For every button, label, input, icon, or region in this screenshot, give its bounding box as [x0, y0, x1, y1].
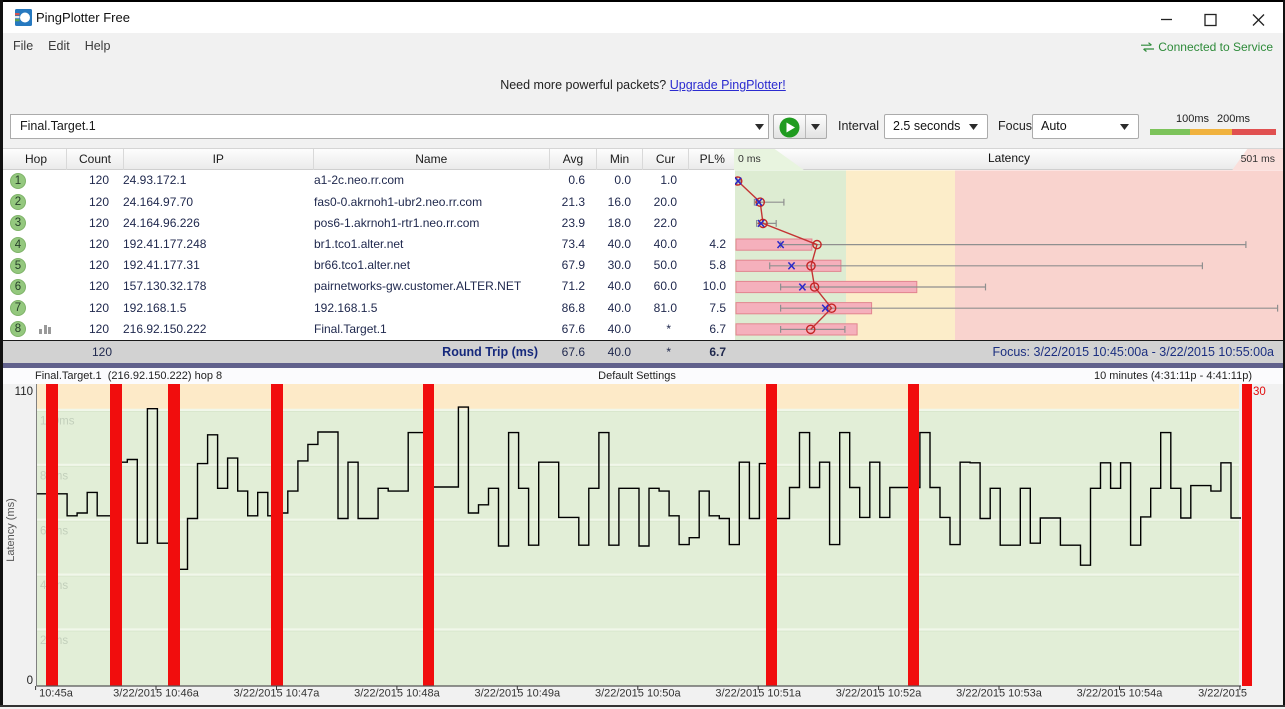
svg-text:3/22/2015 10:53a: 3/22/2015 10:53a — [956, 688, 1043, 700]
svg-text:110: 110 — [15, 386, 33, 398]
svg-text:30: 30 — [1253, 386, 1266, 398]
svg-text:3/22/2015 10:50a: 3/22/2015 10:50a — [595, 688, 682, 700]
svg-text:3/22/2015 10:54a: 3/22/2015 10:54a — [1077, 688, 1164, 700]
svg-text:3/22/2015 10:48a: 3/22/2015 10:48a — [354, 688, 441, 700]
svg-text:3/22/2015 10:46a: 3/22/2015 10:46a — [113, 688, 200, 700]
svg-text:0: 0 — [27, 675, 33, 687]
svg-text:10:45a: 10:45a — [39, 688, 74, 700]
svg-text:3/22/2015 10:51a: 3/22/2015 10:51a — [715, 688, 802, 700]
svg-text:Latency (ms): Latency (ms) — [5, 498, 17, 562]
svg-text:3/22/2015 10:52a: 3/22/2015 10:52a — [836, 688, 923, 700]
svg-text:3/22/2015 10:49a: 3/22/2015 10:49a — [474, 688, 561, 700]
svg-text:3/22/2015 10:47a: 3/22/2015 10:47a — [234, 688, 321, 700]
svg-text:3/22/2015: 3/22/2015 — [1198, 688, 1247, 700]
